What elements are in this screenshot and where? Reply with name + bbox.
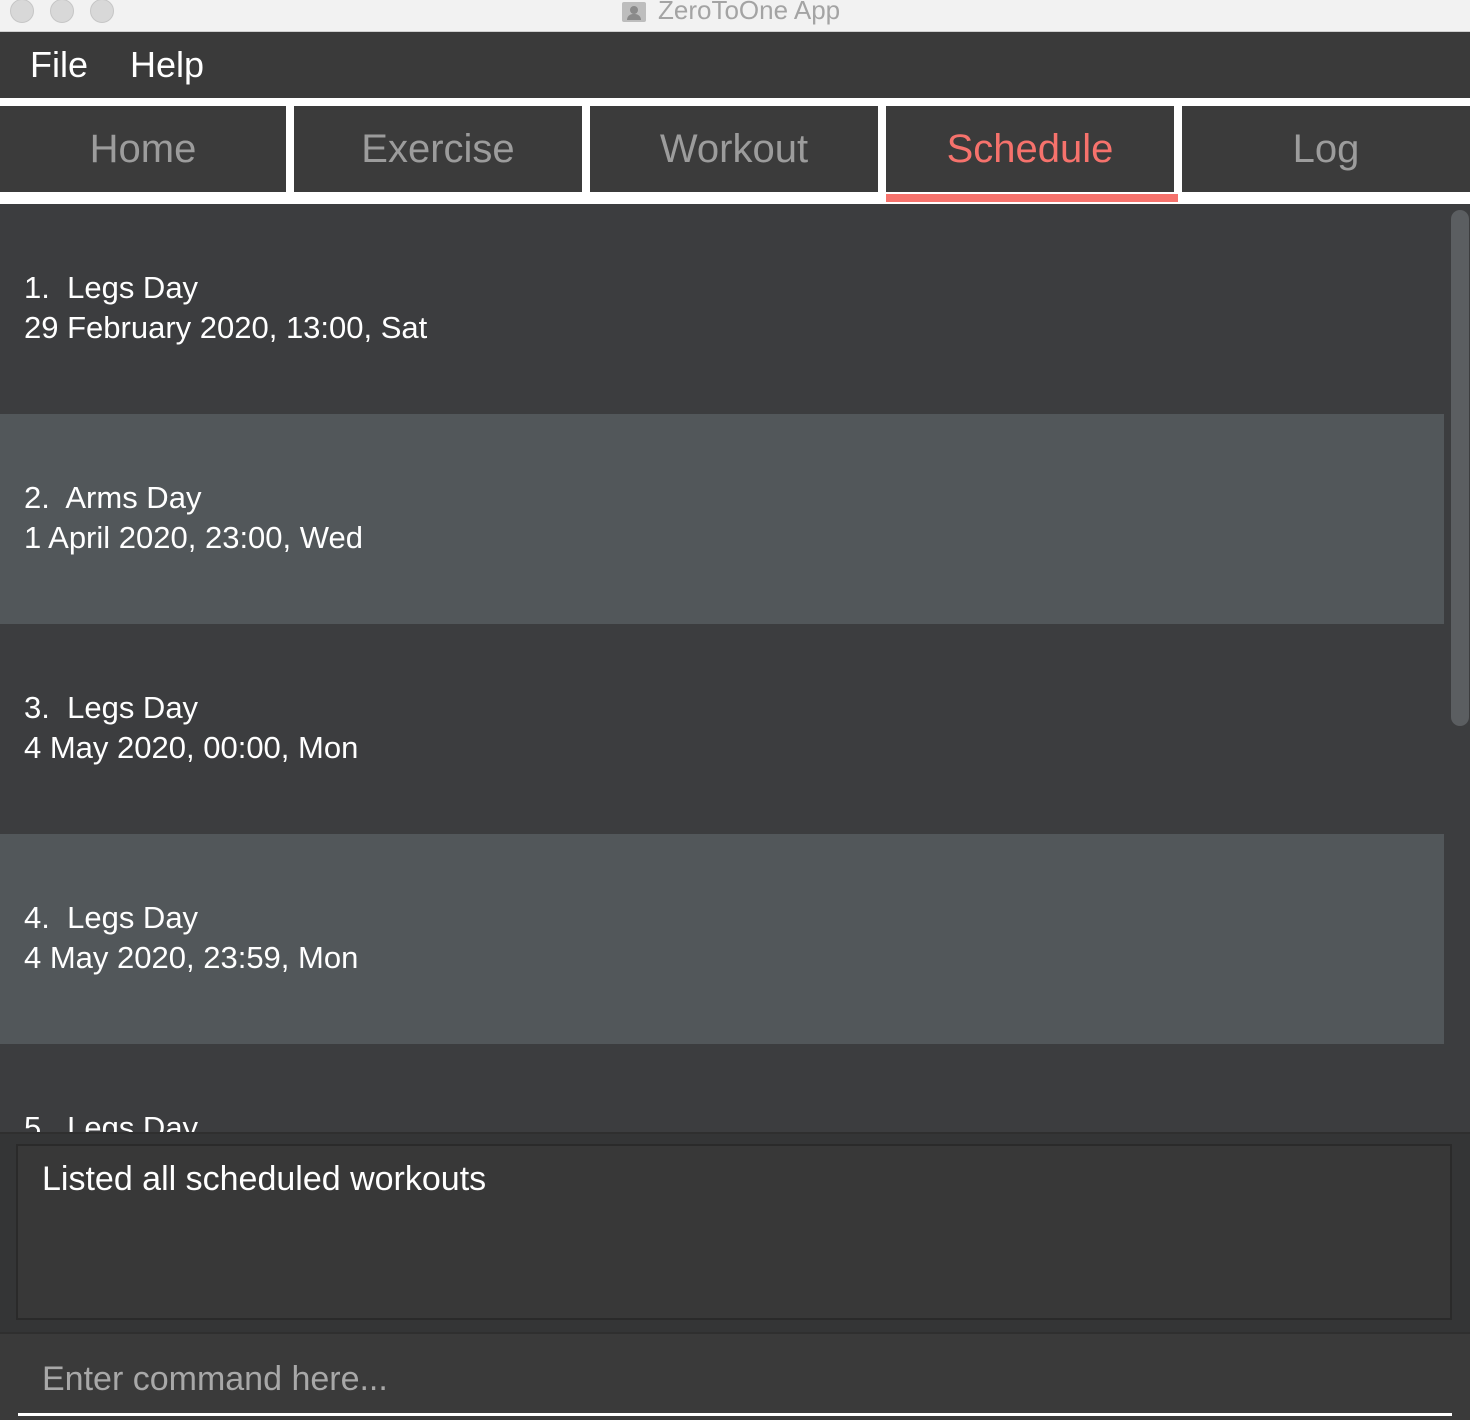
result-message: Listed all scheduled workouts bbox=[42, 1160, 487, 1198]
tab-schedule[interactable]: Schedule bbox=[886, 106, 1174, 192]
schedule-card[interactable]: 3. Legs Day 4 May 2020, 00:00, Mon bbox=[0, 624, 1444, 834]
minimize-window-button[interactable] bbox=[50, 0, 74, 23]
schedule-workout-name: Legs Day bbox=[67, 900, 199, 935]
schedule-workout-name: Legs Day bbox=[67, 1110, 199, 1132]
title-bar: ZeroToOne App bbox=[0, 0, 1470, 32]
schedule-title-line: 3. Legs Day bbox=[24, 690, 198, 726]
schedule-card[interactable]: 1. Legs Day 29 February 2020, 13:00, Sat bbox=[0, 204, 1444, 414]
app-window: ZeroToOne App File Help Home Exercise Wo… bbox=[0, 0, 1470, 1420]
schedule-index: 3. bbox=[24, 690, 50, 725]
schedule-workout-name: Legs Day bbox=[67, 270, 199, 305]
tab-exercise[interactable]: Exercise bbox=[294, 106, 582, 192]
schedule-card[interactable]: 2. Arms Day 1 April 2020, 23:00, Wed bbox=[0, 414, 1444, 624]
schedule-title-line: 5. Legs Day bbox=[24, 1110, 198, 1132]
schedule-datetime: 1 April 2020, 23:00, Wed bbox=[24, 520, 363, 555]
schedule-datetime: 4 May 2020, 00:00, Mon bbox=[24, 730, 359, 765]
schedule-datetime: 29 February 2020, 13:00, Sat bbox=[24, 310, 428, 345]
schedule-card[interactable]: 5. Legs Day bbox=[0, 1044, 1444, 1132]
menu-file[interactable]: File bbox=[30, 44, 88, 86]
command-input[interactable] bbox=[18, 1346, 1452, 1416]
schedule-index: 4. bbox=[24, 900, 50, 935]
tab-home[interactable]: Home bbox=[0, 106, 286, 192]
tab-workout[interactable]: Workout bbox=[590, 106, 878, 192]
active-tab-indicator bbox=[886, 194, 1178, 202]
schedule-card[interactable]: 4. Legs Day 4 May 2020, 23:59, Mon bbox=[0, 834, 1444, 1044]
menu-help[interactable]: Help bbox=[130, 44, 204, 86]
menu-bar: File Help bbox=[0, 32, 1470, 98]
schedule-workout-name: Arms Day bbox=[65, 480, 202, 515]
schedule-title-line: 4. Legs Day bbox=[24, 900, 198, 936]
window-title-group: ZeroToOne App bbox=[620, 0, 840, 26]
schedule-index: 1. bbox=[24, 270, 50, 305]
schedule-index: 2. bbox=[24, 480, 50, 515]
schedule-list[interactable]: 1. Legs Day 29 February 2020, 13:00, Sat… bbox=[0, 204, 1444, 1132]
list-scrollbar-thumb[interactable] bbox=[1451, 210, 1469, 726]
app-icon bbox=[620, 0, 648, 22]
schedule-index: 5. bbox=[24, 1110, 50, 1132]
window-title: ZeroToOne App bbox=[658, 0, 841, 25]
zoom-window-button[interactable] bbox=[90, 0, 114, 23]
schedule-datetime: 4 May 2020, 23:59, Mon bbox=[24, 940, 359, 975]
tab-bar: Home Exercise Workout Schedule Log bbox=[0, 98, 1470, 204]
tab-log[interactable]: Log bbox=[1182, 106, 1470, 192]
schedule-title-line: 1. Legs Day bbox=[24, 270, 198, 306]
close-window-button[interactable] bbox=[10, 0, 34, 23]
schedule-title-line: 2. Arms Day bbox=[24, 480, 201, 516]
schedule-workout-name: Legs Day bbox=[67, 690, 199, 725]
